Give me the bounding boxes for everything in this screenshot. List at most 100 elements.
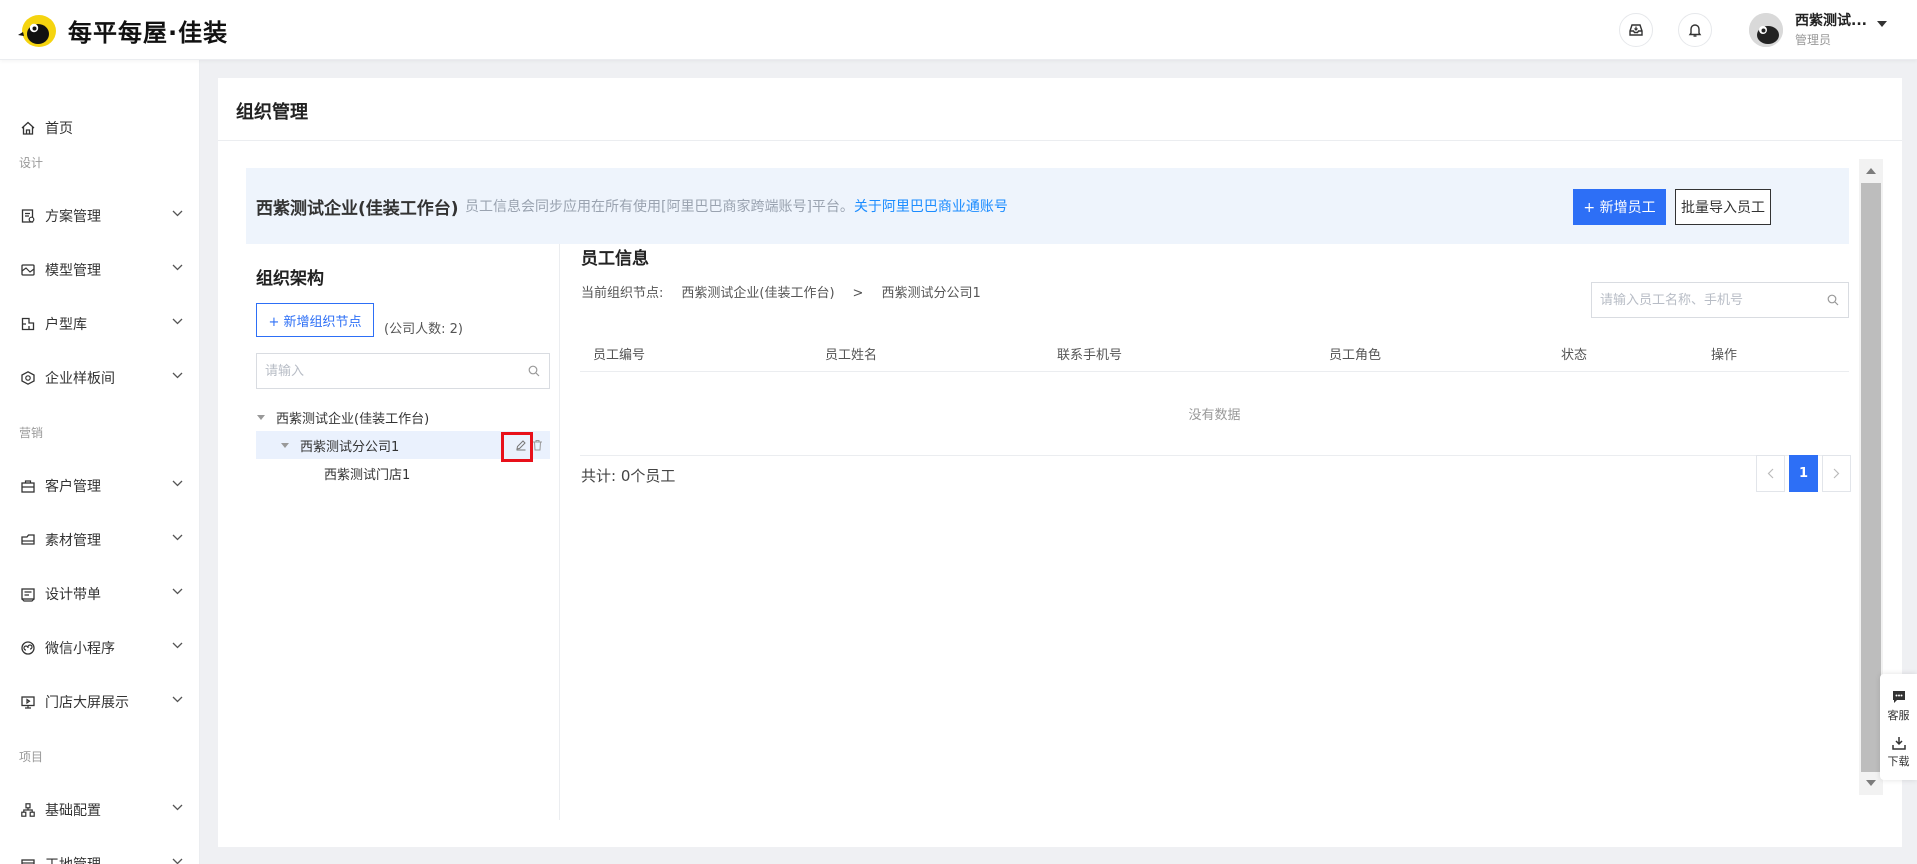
config-icon — [19, 802, 36, 819]
sidebar-item-home[interactable]: 首页 — [0, 108, 199, 148]
chat-icon — [1892, 691, 1905, 703]
brand-logo[interactable]: 每平每屋·佳装 — [18, 10, 228, 50]
plan-icon — [19, 208, 36, 225]
panel-divider — [559, 244, 560, 820]
sidebar-item-store-screen[interactable]: 门店大屏展示 — [0, 682, 199, 722]
caret-down-icon[interactable] — [280, 442, 290, 448]
employee-search-input[interactable] — [1600, 283, 1810, 317]
chevron-right-icon — [1833, 468, 1840, 479]
page-title: 组织管理 — [236, 102, 308, 123]
sync-notice: 员工信息会同步应用在所有使用[阿里巴巴商家跨端账号]平台。关于阿里巴巴商业通账号 — [465, 199, 1008, 215]
screen-icon — [19, 694, 36, 711]
bird-logo-icon — [18, 10, 58, 50]
employee-info-title: 员工信息 — [581, 249, 649, 269]
content-card: 组织管理 西紫测试企业(佳装工作台) 员工信息会同步应用在所有使用[阿里巴巴商家… — [218, 78, 1902, 847]
model-icon — [19, 262, 36, 279]
bell-icon — [1688, 24, 1702, 37]
showroom-icon — [19, 370, 36, 387]
tree-node-root[interactable]: 西紫测试企业(佳装工作台) — [256, 403, 550, 431]
sidebar: 首页 设计 方案管理 模型管理 户型库 企业样板间 营销 客户管理 素材管理 设… — [0, 60, 200, 864]
sidebar-item-floorplans[interactable]: 户型库 — [0, 304, 199, 344]
sidebar-item-models[interactable]: 模型管理 — [0, 250, 199, 290]
brand-name: 每平每屋·佳装 — [68, 18, 229, 47]
sidebar-item-showrooms[interactable]: 企业样板间 — [0, 358, 199, 398]
highlight-box — [501, 432, 533, 462]
notification-button[interactable] — [1678, 13, 1712, 47]
tree-node-leaf[interactable]: 西紫测试门店1 — [256, 459, 550, 487]
chevron-down-icon — [172, 804, 183, 811]
customer-service-button[interactable]: 客服 — [1880, 690, 1917, 723]
search-icon — [528, 365, 540, 377]
customer-icon — [19, 478, 36, 495]
chevron-left-icon — [1767, 468, 1774, 479]
floating-toolbar: 客服 下载 — [1880, 674, 1917, 780]
sidebar-item-materials[interactable]: 素材管理 — [0, 520, 199, 560]
sidebar-item-base-config[interactable]: 基础配置 — [0, 790, 199, 830]
chevron-down-icon — [172, 210, 183, 217]
download-icon — [1891, 737, 1906, 750]
chevron-down-icon — [172, 858, 183, 864]
chevron-down-icon — [172, 534, 183, 541]
add-employee-button[interactable]: + 新增员工 — [1573, 189, 1666, 225]
miniapp-icon — [19, 640, 36, 657]
sidebar-item-miniapp[interactable]: 微信小程序 — [0, 628, 199, 668]
user-name: 西紫测试... — [1795, 12, 1867, 29]
add-org-node-button[interactable]: + 新增组织节点 — [256, 303, 374, 337]
top-header: 每平每屋·佳装 西紫测试... 管理员 — [0, 0, 1917, 60]
download-button[interactable]: 下载 — [1880, 736, 1917, 769]
sidebar-item-site-management[interactable]: 工地管理 — [0, 844, 199, 864]
chevron-down-icon — [172, 480, 183, 487]
inbox-icon — [1629, 24, 1643, 36]
breadcrumb: 当前组织节点: 西紫测试企业(佳装工作台) > 西紫测试分公司1 — [581, 286, 981, 301]
sidebar-item-plans[interactable]: 方案管理 — [0, 196, 199, 236]
column-header-employee-id: 员工编号 — [593, 348, 646, 363]
avatar — [1749, 13, 1783, 47]
batch-import-button[interactable]: 批量导入员工 — [1675, 189, 1771, 225]
column-header-phone: 联系手机号 — [1057, 348, 1123, 363]
scroll-down-icon[interactable] — [1865, 777, 1877, 789]
table-header-divider — [580, 371, 1849, 372]
caret-down-icon — [1876, 21, 1887, 27]
material-icon — [19, 532, 36, 549]
page-1-button[interactable]: 1 — [1789, 455, 1818, 492]
alibaba-account-link[interactable]: 关于阿里巴巴商业通账号 — [854, 199, 1008, 215]
inbox-button[interactable] — [1619, 13, 1653, 47]
delete-icon[interactable] — [532, 439, 543, 451]
user-role: 管理员 — [1795, 32, 1832, 47]
caret-down-icon[interactable] — [256, 414, 266, 420]
sidebar-item-customers[interactable]: 客户管理 — [0, 466, 199, 506]
chevron-down-icon — [172, 696, 183, 703]
column-header-actions: 操作 — [1711, 348, 1738, 363]
company-headcount: (公司人数: 2) — [384, 322, 463, 337]
chevron-down-icon — [172, 318, 183, 325]
floorplan-icon — [19, 316, 36, 333]
employee-search-field[interactable] — [1591, 282, 1849, 318]
org-structure-title: 组织架构 — [256, 269, 324, 289]
empty-state: 没有数据 — [1188, 408, 1241, 423]
employee-total: 共计: 0个员工 — [581, 467, 676, 485]
nav-group-design: 设计 — [19, 156, 44, 170]
column-header-employee-name: 员工姓名 — [825, 348, 878, 363]
chevron-down-icon — [172, 264, 183, 271]
company-name: 西紫测试企业(佳装工作台) — [256, 199, 459, 219]
scroll-up-icon[interactable] — [1865, 165, 1877, 177]
divider — [218, 140, 1902, 141]
nav-group-project: 项目 — [19, 750, 44, 764]
scrollbar-thumb[interactable] — [1861, 183, 1881, 772]
next-page-button[interactable] — [1822, 455, 1851, 492]
org-search-input[interactable] — [265, 354, 505, 388]
column-header-role: 员工角色 — [1329, 348, 1382, 363]
nav-group-marketing: 营销 — [19, 426, 44, 440]
site-icon — [19, 856, 36, 864]
prev-page-button[interactable] — [1756, 455, 1785, 492]
order-icon — [19, 586, 36, 603]
chevron-down-icon — [172, 588, 183, 595]
company-banner: 西紫测试企业(佳装工作台) 员工信息会同步应用在所有使用[阿里巴巴商家跨端账号]… — [246, 168, 1849, 244]
sidebar-item-design-orders[interactable]: 设计带单 — [0, 574, 199, 614]
table-footer-divider — [580, 455, 1849, 456]
search-icon — [1827, 294, 1839, 306]
chevron-down-icon — [172, 372, 183, 379]
org-search-field[interactable] — [256, 353, 550, 389]
chevron-down-icon — [172, 642, 183, 649]
user-menu[interactable]: 西紫测试... 管理员 — [1749, 10, 1887, 50]
